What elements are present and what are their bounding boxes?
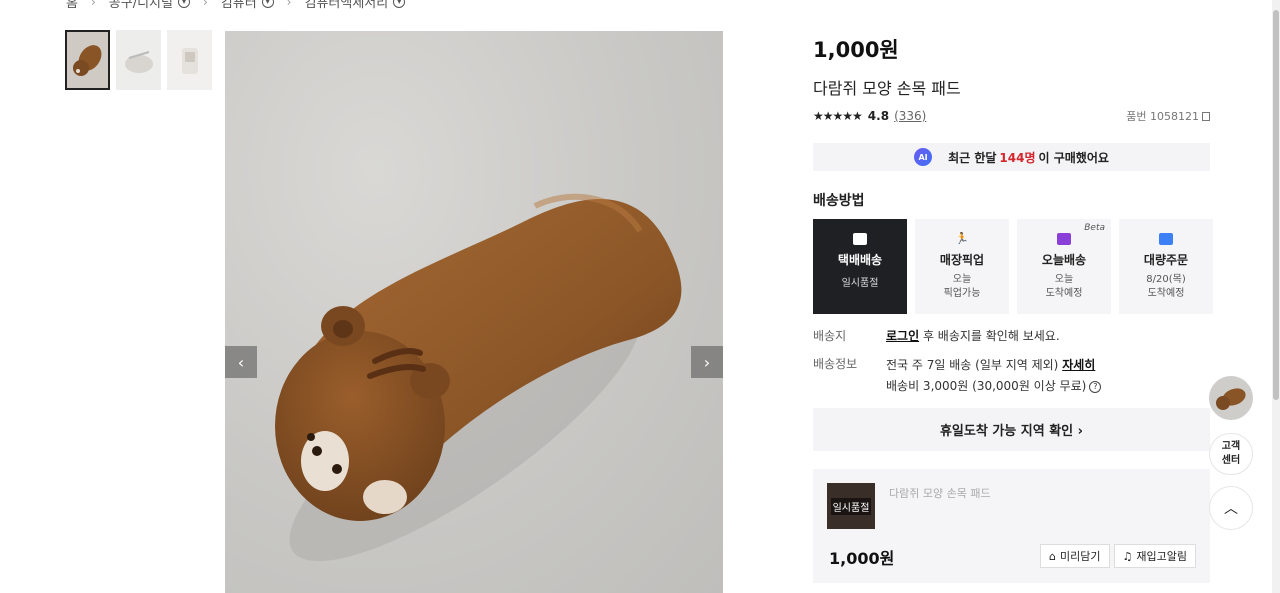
thumbnail-2[interactable] (116, 30, 161, 90)
squirrel-mini-image (1210, 377, 1252, 419)
selected-option-price: 1,000원 (829, 549, 895, 568)
delivery-detail-link[interactable]: 자세히 (1062, 358, 1095, 372)
shipping-option-status: 일시품절 (841, 278, 879, 289)
shipping-option-name: 오늘배송 (1041, 253, 1087, 267)
copy-icon[interactable] (1202, 111, 1210, 121)
item-number: 품번 1058121 (1126, 108, 1210, 124)
runner-icon: 🏃 (955, 232, 969, 245)
box-icon (1159, 233, 1173, 245)
breadcrumb: 홈 › 공구/디지털 ▾ › 컴퓨터 ▾ › 컴퓨터액세서리 ▾ (66, 0, 406, 11)
product-side-thumb-image (124, 51, 153, 73)
breadcrumb-home-label: 홈 (66, 0, 78, 11)
item-number-text: 품번 1058121 (1126, 110, 1199, 123)
rating-row: ★★★★★ 4.8 (336) 품번 1058121 (813, 108, 1210, 124)
shipping-option-parcel[interactable]: 택배배송 일시품절 (813, 219, 907, 314)
shipping-option-status: 오늘 픽업가능 (943, 274, 981, 299)
ai-banner-prefix: 최근 한달 (948, 150, 997, 165)
ai-banner-count: 144명 (999, 150, 1036, 165)
selected-option-box: 일시품절 다람쥐 모양 손목 패드 1,000원 ⌂ 미리담기 ♫ 재입고알림 (813, 469, 1210, 583)
star-rating-icon: ★★★★★ (813, 109, 863, 123)
login-link[interactable]: 로그인 (886, 329, 919, 343)
breadcrumb-sep: › (90, 0, 96, 9)
shipping-option-name: 매장픽업 (939, 253, 985, 267)
product-package-thumb-image (181, 48, 198, 74)
bell-icon: ♫ (1122, 549, 1133, 563)
squirrel-wrist-pad-photo (275, 193, 682, 562)
breadcrumb-digital[interactable]: 공구/디지털 ▾ (109, 0, 190, 11)
selected-option-name: 다람쥐 모양 손목 패드 (889, 487, 991, 500)
sold-out-badge: 일시품절 (830, 497, 872, 515)
shipping-option-status: 8/20(목) 도착예정 (1146, 274, 1186, 299)
chevron-left-icon: ‹ (237, 352, 245, 372)
scroll-top-button[interactable]: ︿ (1209, 486, 1253, 530)
holiday-delivery-check-button[interactable]: 휴일도착 가능 지역 확인 › (813, 408, 1210, 451)
ai-banner-suffix: 이 구매했어요 (1038, 150, 1109, 165)
shipping-option-store-pickup[interactable]: 🏃 매장픽업 오늘 픽업가능 (915, 219, 1009, 314)
delivery-destination-label: 배송지 (813, 329, 847, 343)
bag-icon: ⌂ (1049, 549, 1057, 563)
rating-value: 4.8 (867, 109, 890, 123)
shipping-option-status: 오늘 도착예정 (1045, 274, 1083, 299)
shipping-option-bulk[interactable]: 대량주문 8/20(목) 도착예정 (1119, 219, 1213, 314)
prev-image-button[interactable]: ‹ (225, 346, 257, 378)
wishlist-button[interactable]: ⌂ 미리담기 (1040, 544, 1110, 568)
review-count-link[interactable]: (336) (894, 109, 926, 123)
restock-alert-button[interactable]: ♫ 재입고알림 (1113, 544, 1196, 568)
main-product-image: ‹ › (225, 31, 723, 593)
chevron-right-icon: › (703, 352, 711, 372)
breadcrumb-sep: › (202, 0, 208, 9)
scrollbar-thumb[interactable] (1273, 10, 1279, 400)
shipping-option-name: 대량주문 (1143, 253, 1189, 267)
restock-alert-button-label: 재입고알림 (1136, 550, 1187, 563)
thumbnail-1[interactable] (65, 30, 110, 90)
delivery-info-value: 전국 주 7일 배송 (일부 지역 제외) 자세히 배송비 3,000원 (30… (886, 355, 1102, 397)
product-price: 1,000원 (813, 38, 899, 62)
delivery-destination-row: 배송지 로그인 후 배송지를 확인해 보세요. (813, 327, 1060, 345)
chevron-down-icon[interactable]: ▾ (261, 0, 274, 8)
customer-center-label-2: 센터 (1221, 455, 1241, 466)
product-name: 다람쥐 모양 손목 패드 (813, 79, 961, 98)
ai-badge-icon: AI (914, 148, 933, 166)
fast-truck-icon (1057, 233, 1071, 245)
delivery-fee-text: 배송비 3,000원 (30,000원 이상 무료) (886, 379, 1087, 393)
customer-center-label-1: 고객 (1221, 441, 1241, 452)
delivery-info-line1: 전국 주 7일 배송 (일부 지역 제외) (886, 358, 1063, 372)
breadcrumb-accessory-label: 컴퓨터액세서리 (304, 0, 389, 11)
breadcrumb-computer-label: 컴퓨터 (220, 0, 257, 11)
breadcrumb-sep: › (286, 0, 292, 9)
truck-icon (853, 233, 867, 245)
next-image-button[interactable]: › (691, 346, 723, 378)
breadcrumb-digital-label: 공구/디지털 (108, 0, 173, 11)
shipping-option-name: 택배배송 (837, 253, 883, 267)
breadcrumb-home[interactable]: 홈 (66, 0, 78, 11)
shipping-method-title: 배송방법 (813, 193, 865, 209)
delivery-destination-value: 로그인 후 배송지를 확인해 보세요. (886, 327, 1060, 345)
ai-purchase-banner: AI 최근 한달 144명 이 구매했어요 (813, 143, 1210, 171)
breadcrumb-computer[interactable]: 컴퓨터 ▾ (221, 0, 274, 11)
selected-option-actions: ⌂ 미리담기 ♫ 재입고알림 (1040, 544, 1196, 568)
chevron-down-icon[interactable]: ▾ (177, 0, 190, 8)
squirrel-thumb-image (72, 45, 101, 76)
thumbnail-list (65, 30, 212, 90)
wishlist-button-label: 미리담기 (1060, 550, 1101, 563)
breadcrumb-accessory[interactable]: 컴퓨터액세서리 ▾ (304, 0, 406, 11)
chevron-up-icon: ︿ (1224, 501, 1238, 517)
help-icon[interactable]: ? (1089, 380, 1102, 393)
delivery-destination-text: 후 배송지를 확인해 보세요. (919, 329, 1060, 343)
customer-center-button[interactable]: 고객 센터 (1209, 433, 1253, 475)
recent-view-thumbnail[interactable] (1209, 376, 1253, 420)
chevron-down-icon[interactable]: ▾ (393, 0, 406, 8)
delivery-info-label: 배송정보 (813, 357, 858, 371)
shipping-option-today[interactable]: Beta 오늘배송 오늘 도착예정 (1017, 219, 1111, 314)
beta-badge: Beta (1084, 223, 1105, 233)
selected-option-thumbnail: 일시품절 (827, 483, 875, 529)
delivery-info-row: 배송정보 전국 주 7일 배송 (일부 지역 제외) 자세히 배송비 3,000… (813, 355, 1102, 397)
page-scrollbar[interactable] (1272, 0, 1280, 593)
shipping-options: 택배배송 일시품절 🏃 매장픽업 오늘 픽업가능 Beta 오늘배송 오늘 도착… (813, 219, 1213, 314)
thumbnail-3[interactable] (167, 30, 212, 90)
